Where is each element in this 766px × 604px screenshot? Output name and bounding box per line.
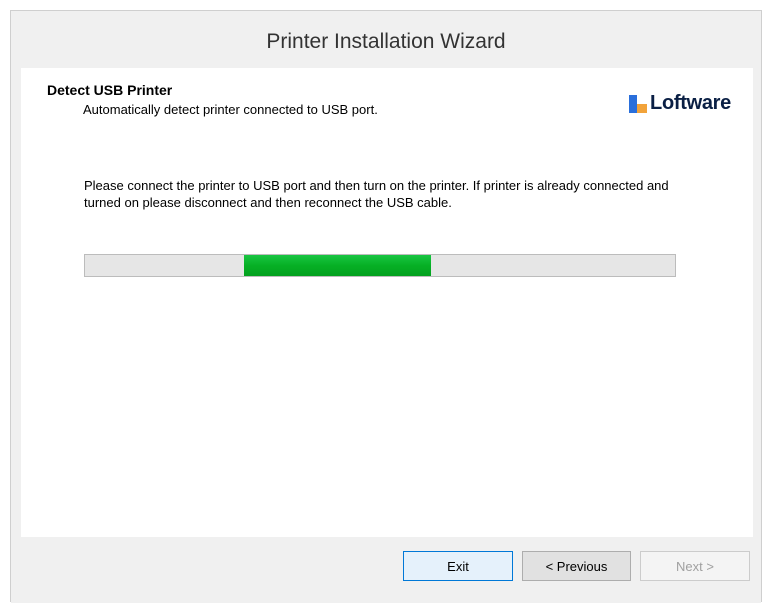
- wizard-window: Printer Installation Wizard Detect USB P…: [10, 10, 762, 603]
- exit-button[interactable]: Exit: [403, 551, 513, 581]
- button-bar: Exit < Previous Next >: [11, 537, 761, 603]
- instructions-text: Please connect the printer to USB port a…: [84, 178, 669, 210]
- previous-button[interactable]: < Previous: [522, 551, 631, 581]
- detection-progress-bar: [84, 254, 676, 277]
- window-title: Printer Installation Wizard: [11, 11, 761, 67]
- next-button[interactable]: Next >: [640, 551, 750, 581]
- loftware-logo-icon: [629, 94, 648, 113]
- progress-fill: [244, 255, 432, 276]
- wizard-content: Detect USB Printer Automatically detect …: [21, 68, 753, 537]
- page-heading: Detect USB Printer: [47, 82, 173, 98]
- loftware-logo: Loftware: [629, 92, 731, 115]
- logo-text: Loftware: [650, 92, 731, 114]
- page-subheading: Automatically detect printer connected t…: [83, 102, 378, 117]
